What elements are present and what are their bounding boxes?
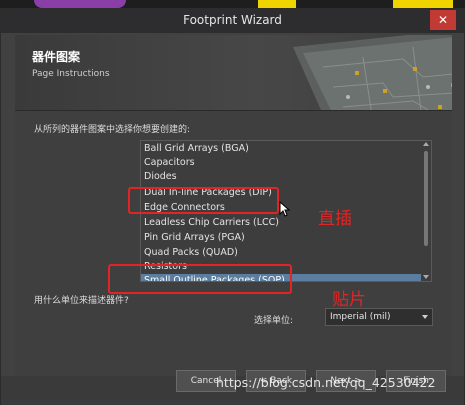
scroll-down-icon[interactable] bbox=[423, 275, 429, 279]
list-item[interactable]: Quad Packs (QUAD) bbox=[141, 246, 423, 260]
background-decoration bbox=[34, 0, 126, 8]
scroll-up-icon[interactable] bbox=[423, 142, 429, 146]
dip-highlight-box bbox=[128, 187, 279, 214]
sop-highlight-box bbox=[108, 264, 292, 294]
title-bar[interactable]: Footprint Wizard ✕ bbox=[1, 9, 464, 33]
page-instructions: Page Instructions bbox=[32, 69, 110, 79]
units-select-value: Imperial (mil) bbox=[330, 312, 391, 322]
chevron-down-icon bbox=[422, 315, 428, 319]
mouse-cursor-icon bbox=[279, 201, 291, 217]
sop-annotation: 贴片 bbox=[332, 290, 366, 310]
background-decoration bbox=[258, 0, 296, 8]
background-decoration bbox=[393, 0, 453, 8]
list-item[interactable]: Ball Grid Arrays (BGA) bbox=[141, 142, 423, 156]
page-header: 器件图案 Page Instructions bbox=[15, 35, 452, 111]
page-title: 器件图案 bbox=[32, 50, 81, 64]
watermark: https://blog.csdn.net/qq_42530422 bbox=[216, 375, 436, 390]
pattern-prompt: 从所列的器件图案中选择你想要创建的: bbox=[34, 125, 191, 135]
units-question: 用什么单位来描述器件? bbox=[34, 296, 129, 306]
list-item[interactable]: Pin Grid Arrays (PGA) bbox=[141, 231, 423, 245]
scroll-thumb[interactable] bbox=[424, 151, 428, 246]
units-label: 选择单位: bbox=[254, 316, 294, 326]
dip-annotation: 直插 bbox=[318, 209, 352, 229]
window-title: Footprint Wizard bbox=[183, 13, 282, 27]
list-item[interactable]: Capacitors bbox=[141, 156, 423, 170]
list-item[interactable]: Leadless Chip Carriers (LCC) bbox=[141, 216, 423, 230]
close-button[interactable]: ✕ bbox=[430, 10, 456, 30]
list-scrollbar[interactable] bbox=[421, 141, 431, 281]
pcb-illustration-icon bbox=[293, 35, 452, 110]
list-item[interactable]: Diodes bbox=[141, 170, 423, 184]
units-select[interactable]: Imperial (mil) bbox=[325, 308, 433, 326]
